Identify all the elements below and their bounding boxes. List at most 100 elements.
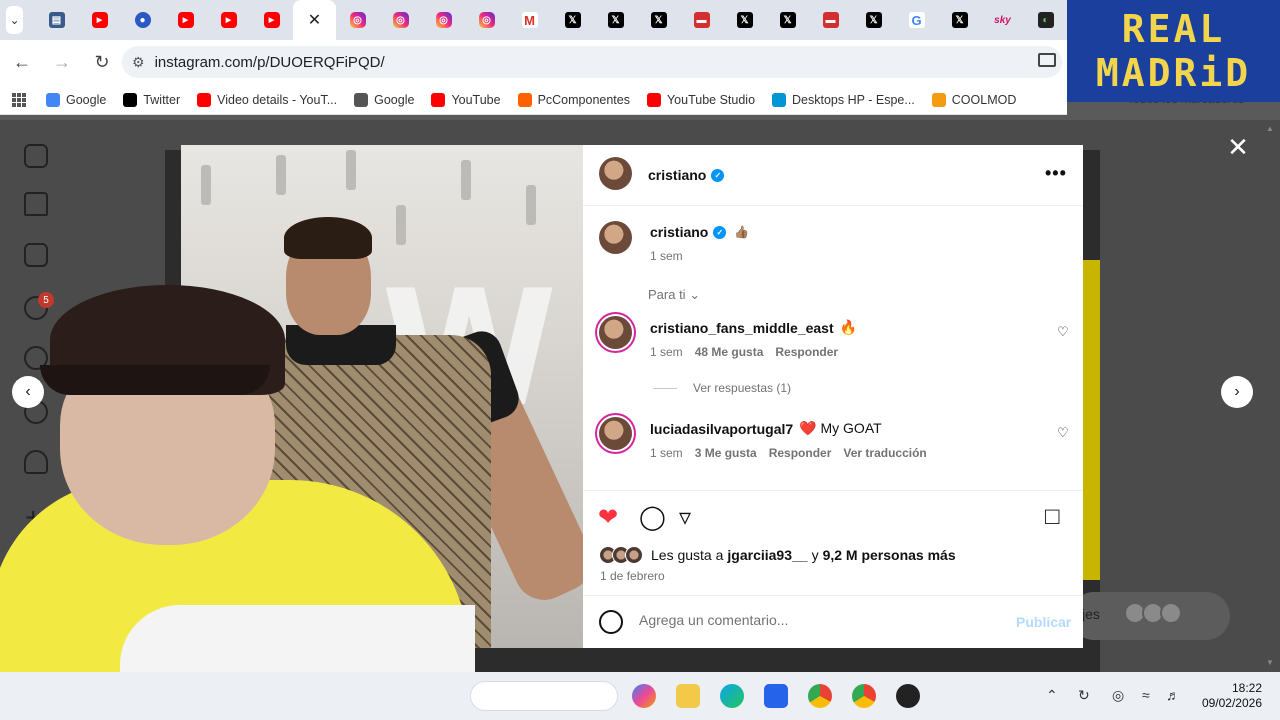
browser-tab[interactable]: 𝕏 [551,0,594,40]
browser-tab[interactable]: ◐ [1024,0,1067,40]
bookmark-item[interactable]: Video details - YouT... [197,92,337,107]
comment-avatar[interactable] [599,316,632,349]
tab-search-button[interactable]: ⌄ [6,6,23,34]
browser-tab[interactable]: ● [121,0,164,40]
comment-input[interactable] [639,612,999,628]
system-clock[interactable]: 18:22 09/02/2026 [1196,681,1262,711]
forward-button[interactable]: → [44,45,80,81]
install-app-icon[interactable] [1038,53,1056,67]
tray-chevron-up-icon[interactable]: ⌃ [1046,687,1058,704]
browser-tab[interactable]: 𝕏 [852,0,895,40]
comment-reply-button[interactable]: Responder [769,446,832,460]
bookmark-item[interactable]: Google [46,92,106,107]
browser-tab[interactable]: 𝕏 [594,0,637,40]
browser-tab[interactable]: ◎ [379,0,422,40]
browser-tab[interactable]: ▶ [207,0,250,40]
youtube-icon [431,92,446,107]
obs-icon[interactable] [896,684,920,708]
browser-tab[interactable]: ▶ [164,0,207,40]
wifi-icon[interactable]: ≈ [1142,687,1150,703]
comment-icon[interactable]: ◯ [639,503,666,532]
view-replies-button[interactable]: Ver respuestas (1) [653,381,791,395]
bookmark-item[interactable]: COOLMOD [931,92,1016,107]
bookmark-item[interactable]: YouTube Studio [646,92,756,107]
bookmark-item[interactable]: Desktops HP - Espe... [772,92,915,107]
browser-tab[interactable]: ▤ [35,0,78,40]
store-icon[interactable] [764,684,788,708]
browser-tab[interactable]: ✕ [293,0,336,40]
emoji-icon[interactable] [599,610,623,634]
comment-avatar[interactable] [599,417,632,450]
url-omnibox[interactable]: ⚙ instagram.com/p/DUOERQFiPQD/ [122,46,1062,78]
comment-username[interactable]: luciadasilvaportugal7 [650,421,793,437]
home-icon[interactable] [24,192,48,216]
comment-filter-dropdown[interactable]: Para ti ⌄ [648,287,700,303]
reload-button[interactable]: ↻ [84,45,120,81]
bookmark-item[interactable]: Twitter [123,92,181,107]
clock-date: 09/02/2026 [1201,696,1262,710]
share-icon[interactable]: ▿ [679,503,691,532]
edge-icon[interactable] [720,684,744,708]
scroll-down-arrow[interactable]: ▼ [1266,658,1274,667]
caption-time: 1 sem [650,249,683,263]
chrome-profile-icon[interactable] [852,684,876,708]
browser-tab[interactable]: ▶ [78,0,121,40]
browser-tab[interactable]: 𝕏 [766,0,809,40]
copilot-icon[interactable] [632,684,656,708]
like-heart-icon[interactable]: ❤ [598,503,618,532]
chrome-icon[interactable] [808,684,832,708]
url-text[interactable]: instagram.com/p/DUOERQFiPQD/ [155,54,385,71]
bookmark-label: Twitter [143,92,181,107]
reels-icon[interactable] [24,243,48,267]
header-avatar[interactable] [599,157,632,190]
scroll-up-arrow[interactable]: ▲ [1266,124,1274,133]
bookmarks-bar: Google Twitter Video details - YouT... Goog… [0,85,1067,115]
likes-count[interactable]: 9,2 M personas más [823,547,956,563]
volume-icon[interactable]: ♬ [1166,687,1180,703]
browser-tab[interactable]: 𝕏 [723,0,766,40]
header-username[interactable]: cristiano ✓ [648,167,725,183]
close-icon[interactable]: ✕ [308,10,321,30]
comment-like-icon[interactable]: ♡ [1057,425,1069,441]
back-button[interactable]: ← [4,45,40,81]
more-options-icon[interactable]: ••• [1045,163,1067,184]
taskbar-search[interactable] [470,681,618,711]
comment-translate-button[interactable]: Ver traducción [843,446,926,460]
comment-likes[interactable]: 3 Me gusta [695,446,757,460]
comment-time: 1 sem [650,446,683,460]
caption-username[interactable]: cristiano ✓ 👍🏽 [650,224,749,240]
browser-tab[interactable]: sky [981,0,1024,40]
bookmark-icon[interactable]: □ [1045,503,1060,531]
post-details-panel: cristiano ✓ ••• cristiano ✓ 👍🏽 1 sem Par… [583,145,1083,648]
bookmark-item[interactable]: PcComponentes [517,92,630,107]
clock-time: 18:22 [1231,681,1262,695]
next-post-button[interactable]: › [1221,376,1253,408]
browser-tab[interactable]: ◎ [336,0,379,40]
microphone-icon[interactable]: ◎ [1112,687,1124,704]
comment-reply-button[interactable]: Responder [775,345,838,359]
comment-username[interactable]: cristiano_fans_middle_east [650,320,834,336]
site-settings-icon[interactable]: ⚙ [132,54,145,71]
bookmark-label: YouTube Studio [666,92,756,107]
browser-tab[interactable]: ◎ [422,0,465,40]
apps-grid-icon[interactable] [12,92,26,107]
sync-icon[interactable]: ↻ [1078,687,1090,704]
bookmark-item[interactable]: Google [354,92,414,107]
instagram-icon[interactable] [24,144,48,168]
browser-tab[interactable]: ▬ [809,0,852,40]
browser-tab[interactable]: ◎ [465,0,508,40]
browser-tab[interactable]: 𝕏 [938,0,981,40]
caption-avatar[interactable] [599,221,632,254]
liker-username[interactable]: jgarciia93__ [727,547,807,563]
comment-likes[interactable]: 48 Me gusta [695,345,764,359]
browser-tab[interactable]: ▬ [680,0,723,40]
browser-tab[interactable]: 𝕏 [637,0,680,40]
browser-tab[interactable]: G [895,0,938,40]
comment-like-icon[interactable]: ♡ [1057,324,1069,340]
file-explorer-icon[interactable] [676,684,700,708]
bookmark-item[interactable]: YouTube [431,92,501,107]
browser-tab[interactable]: ▶ [250,0,293,40]
browser-tab[interactable]: M [508,0,551,40]
publish-button[interactable]: Publicar [1016,614,1071,630]
close-icon[interactable]: ✕ [1225,134,1251,160]
